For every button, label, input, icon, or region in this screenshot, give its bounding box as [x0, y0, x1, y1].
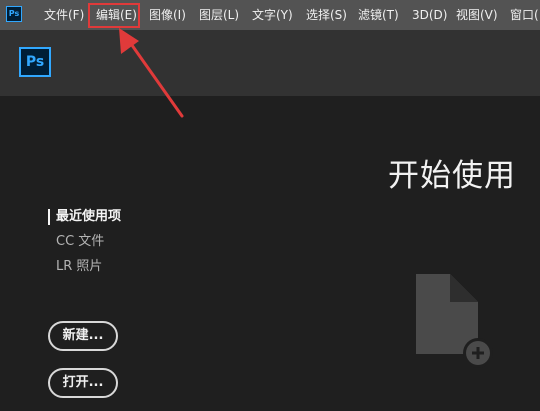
ps-logo: Ps [19, 47, 51, 77]
menu-bar: Ps 文件(F) 编辑(E) 图像(I) 图层(L) 文字(Y) 选择(S) 滤… [0, 0, 540, 30]
menu-edit[interactable]: 编辑(E) [96, 0, 137, 30]
page-title: 开始使用 [388, 158, 516, 194]
document-fold [450, 274, 478, 302]
menu-image[interactable]: 图像(I) [149, 0, 186, 30]
nav-cc-files[interactable]: CC 文件 [48, 232, 121, 257]
open-button[interactable]: 打开... [48, 368, 118, 398]
menu-view[interactable]: 视图(V) [456, 0, 498, 30]
menu-file[interactable]: 文件(F) [44, 0, 84, 30]
home-header [0, 30, 540, 96]
menu-select[interactable]: 选择(S) [306, 0, 347, 30]
ps-app-icon[interactable]: Ps [6, 6, 22, 22]
menu-layer[interactable]: 图层(L) [199, 0, 239, 30]
menu-3d[interactable]: 3D(D) [412, 0, 447, 30]
new-document-icon[interactable] [414, 272, 494, 368]
new-button[interactable]: 新建... [48, 321, 118, 351]
menu-type[interactable]: 文字(Y) [252, 0, 293, 30]
nav-lr-photos[interactable]: LR 照片 [48, 257, 121, 282]
home-nav: 最近使用项 CC 文件 LR 照片 [48, 207, 121, 282]
menu-window[interactable]: 窗口( [510, 0, 539, 30]
menu-filter[interactable]: 滤镜(T) [358, 0, 399, 30]
nav-recent[interactable]: 最近使用项 [48, 207, 121, 232]
plus-vertical [476, 347, 480, 359]
